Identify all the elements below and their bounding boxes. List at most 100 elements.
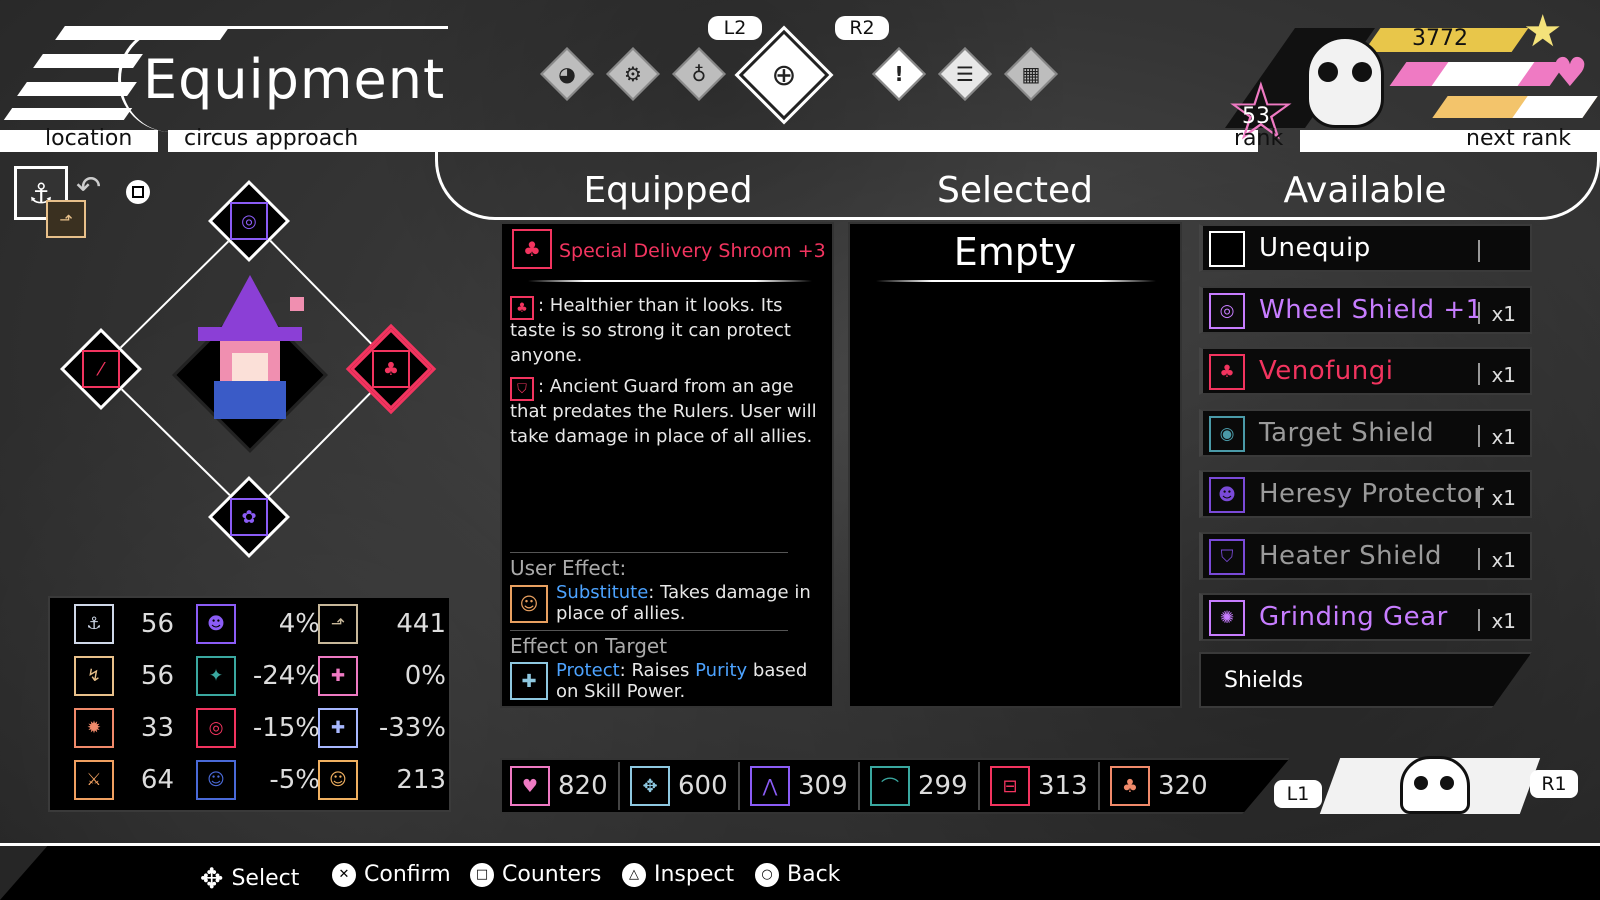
wheel-shield-icon: ◎ [1209,292,1245,329]
stat-value: 33 [140,713,174,743]
stat-value: -24% [252,661,320,691]
bottom-stat: ✥ 600 [630,758,728,814]
available-item-qty: x1 [1491,424,1516,449]
triangle-button-icon: △ [622,862,646,887]
user-effect-name[interactable]: Substitute [556,582,648,603]
purity-keyword[interactable]: Purity [695,660,747,681]
stat-value: 56 [140,609,174,639]
party-portrait [1400,756,1470,814]
substitute-icon: ☺ [318,760,358,800]
resist-icon: ☺ [196,760,236,800]
shield-icon: ⛉ [510,377,534,401]
header-stripe [3,108,133,120]
stat-entry: ↯ 56 [74,656,174,696]
target-shield-icon: ◉ [1209,415,1245,452]
weapon-icon: ⁄ [82,350,120,388]
separator [1478,363,1480,385]
divider [528,280,812,282]
stat-value: -33% [378,713,446,743]
equipped-desc-2: : Ancient Guard from an age that predate… [510,376,817,447]
available-item[interactable]: ⛉ Heater Shield x1 [1199,531,1532,580]
l2-trigger-badge[interactable]: L2 [708,16,762,40]
available-item[interactable]: ♣ Venofungi x1 [1199,347,1532,395]
map-icon: ▦ [1021,62,1041,86]
r1-button[interactable]: R1 [1530,770,1578,798]
alert-icon: ! [894,62,904,86]
target-icon: ◎ [196,708,236,748]
equipped-desc-1: : Healthier than it looks. Its taste is … [510,295,791,366]
target-effect-desc-a: : Raises [619,660,696,681]
bottom-stat-value: 320 [1158,771,1208,801]
available-item-name: Venofungi [1259,356,1394,386]
arc-icon: ⌒ [870,766,910,806]
separator [1478,301,1480,324]
gear-icon: ⚙ [624,62,642,86]
available-item[interactable]: ◎ Wheel Shield +1 x1 [1199,285,1532,334]
stat-value: 56 [140,661,174,691]
select-hint[interactable]: ✥ Select [200,862,299,895]
inspect-hint[interactable]: △ Inspect [622,862,734,887]
heart-icon: ♥ [1552,50,1588,96]
available-column-title: Available [1283,170,1447,211]
stat-entry: ✚ 0% [318,656,446,696]
available-item[interactable]: Unequip [1199,224,1532,272]
bag-icon: ♁ [691,62,707,86]
boot-icon: ⬏ [318,604,358,644]
counters-hint[interactable]: □ Counters [470,862,601,887]
stat-entry: ✦ -24% [196,656,320,696]
stat-entry: ☺ -5% [196,760,320,800]
divider [510,552,788,553]
wheel-shield-icon: ◎ [230,202,268,240]
available-item[interactable]: ✺ Grinding Gear x1 [1199,593,1532,641]
cross-button-icon: ✕ [332,862,356,887]
divider [510,630,788,631]
available-item-qty: x1 [1491,363,1516,387]
anchor-icon: ⚓ [74,604,114,644]
heresy-protector-icon: ☻ [1209,477,1245,513]
available-item-name: Unequip [1259,233,1371,263]
back-label: Back [787,862,841,887]
separator [618,762,620,810]
counters-label: Counters [502,862,602,887]
bottom-stat: ♥ 820 [510,758,608,814]
separator [1478,240,1480,262]
target-effect-name[interactable]: Protect [556,660,620,681]
back-hint[interactable]: ○ Back [755,862,840,887]
available-item[interactable]: ◉ Target Shield x1 [1199,408,1532,457]
selected-panel [848,222,1182,708]
party-portrait-eye [1440,776,1454,790]
health-bar-empty [1431,62,1535,86]
selected-item-name: Empty [953,230,1077,274]
crit-icon: ✹ [74,708,114,748]
target-effect-label: Effect on Target [510,634,668,658]
minus-box-icon: ⊟ [990,766,1030,806]
available-item-qty: x1 [1491,486,1516,510]
skull-icon: ☻ [196,604,236,644]
notes-icon: ☰ [956,62,974,86]
separator [1478,609,1480,631]
square-button-icon: □ [470,862,494,887]
stat-value: 441 [396,609,446,639]
l1-button[interactable]: L1 [1274,780,1322,808]
mushroom-icon: ♣ [512,229,552,269]
stat-value: 64 [140,765,174,795]
selected-column-title: Selected [936,170,1094,211]
points-value: 3772 [1412,26,1468,51]
separator [978,762,980,810]
stat-entry: ✹ 33 [74,708,174,748]
available-item[interactable]: ☻ Heresy Protector x1 [1199,470,1532,518]
defense-icon: ✥ [630,766,670,806]
portrait-face [1306,36,1384,128]
rank-label: rank [1234,126,1284,151]
confirm-hint[interactable]: ✕ Confirm [332,862,451,887]
equipped-column-title: Equipped [583,170,753,211]
available-item-qty: x1 [1491,301,1516,326]
bottom-stat-value: 309 [798,771,848,801]
r2-trigger-badge[interactable]: R2 [835,16,889,40]
portrait-eye [1352,62,1372,82]
available-item-name: Heresy Protector [1259,479,1485,509]
available-item-qty: x1 [1491,609,1516,633]
separator [1478,547,1480,570]
available-item-name: Grinding Gear [1259,602,1448,632]
stat-entry: ☻ 4% [196,604,320,644]
